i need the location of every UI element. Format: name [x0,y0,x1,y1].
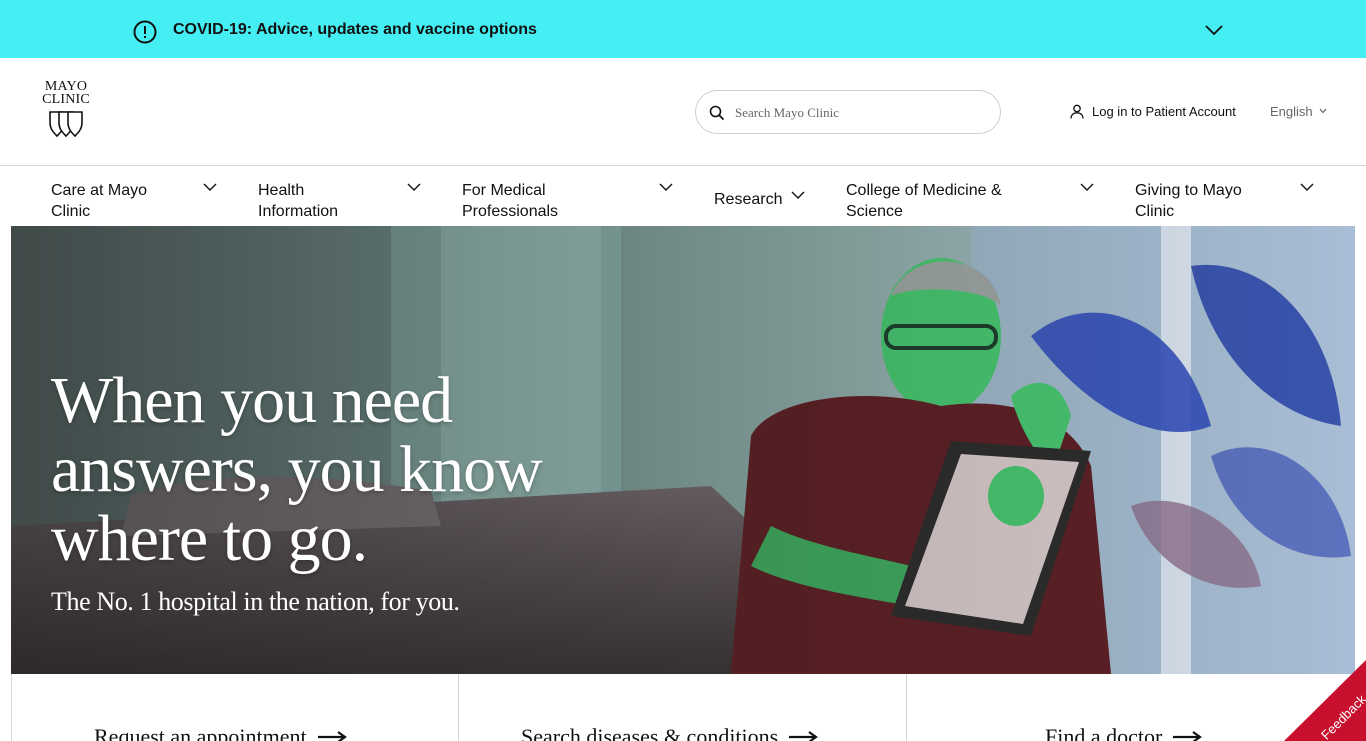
chevron-down-icon[interactable] [203,183,217,192]
arrow-right-icon [317,731,347,741]
language-selector[interactable]: English [1270,101,1327,121]
quick-link-label[interactable]: Request an appointment [94,724,307,741]
mayo-clinic-logo[interactable]: MAYO CLINIC [39,80,93,140]
chevron-down-icon[interactable] [1204,23,1224,37]
login-label[interactable]: Log in to Patient Account [1092,104,1236,119]
quick-link-card[interactable]: Request an appointment [12,674,459,741]
quick-links: Request an appointment Search diseases &… [11,674,1355,741]
chevron-down-icon[interactable] [1080,183,1094,192]
nav-health-information[interactable]: Health Information [258,180,368,222]
logo-line-2: CLINIC [42,92,90,107]
arrow-right-icon [789,731,819,741]
chevron-down-icon[interactable] [1300,183,1314,192]
user-icon [1070,104,1084,119]
chevron-down-icon [1319,108,1327,114]
find-doctor-link[interactable]: Find a doctor [1045,724,1203,741]
quick-link-label[interactable]: Search diseases & conditions [521,724,778,741]
search-box[interactable] [695,90,1001,134]
hero-banner: When you need answers, you know where to… [11,226,1355,674]
search-input[interactable] [735,102,985,124]
chevron-down-icon[interactable] [791,191,805,200]
hero-subheadline: The No. 1 hospital in the nation, for yo… [51,587,460,616]
site-header: MAYO CLINIC Log in to Patient Account En… [0,58,1366,166]
covid-banner[interactable]: COVID-19: Advice, updates and vaccine op… [0,0,1366,58]
alert-circle-icon [133,20,157,44]
quick-link-card[interactable]: Search diseases & conditions [459,674,907,741]
covid-banner-text[interactable]: COVID-19: Advice, updates and vaccine op… [173,19,537,40]
search-diseases-link[interactable]: Search diseases & conditions [521,724,819,741]
chevron-down-icon[interactable] [407,183,421,192]
patient-login-link[interactable]: Log in to Patient Account [1070,101,1236,121]
nav-college-of-medicine-and-science[interactable]: College of Medicine & Science [846,180,1036,222]
nav-giving-to-mayo-clinic[interactable]: Giving to Mayo Clinic [1135,180,1265,222]
arrow-right-icon [1173,731,1203,741]
nav-research[interactable]: Research [714,189,782,210]
hero-headline: When you need answers, you know where to… [51,364,543,575]
chevron-down-icon[interactable] [659,183,673,192]
nav-care-at-mayo-clinic[interactable]: Care at Mayo Clinic [51,180,171,222]
search-icon [709,105,725,121]
nav-for-medical-professionals[interactable]: For Medical Professionals [462,180,592,222]
quick-link-label[interactable]: Find a doctor [1045,724,1162,741]
shield-logo-icon [49,111,83,138]
language-label[interactable]: English [1270,104,1313,119]
main-navigation: Care at Mayo Clinic Health Information F… [0,166,1366,226]
request-appointment-link[interactable]: Request an appointment [94,724,347,741]
